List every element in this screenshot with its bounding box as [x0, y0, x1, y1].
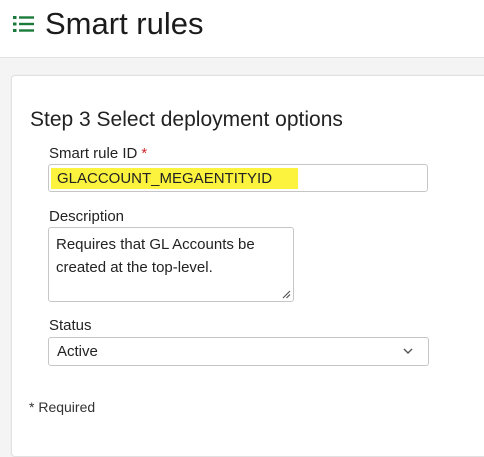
smart-rule-id-label-text: Smart rule ID — [49, 145, 138, 162]
smart-rule-id-value: GLACCOUNT_MEGAENTITYID — [51, 168, 299, 189]
description-value: Requires that GL Accounts be created at … — [56, 236, 255, 276]
description-label: Description — [49, 208, 125, 225]
status-select[interactable]: Active — [48, 337, 429, 366]
status-label: Status — [49, 317, 92, 334]
chevron-down-icon — [403, 348, 413, 354]
required-marker: * — [141, 145, 148, 162]
page-header: Smart rules — [0, 0, 484, 58]
status-selected-value: Active — [57, 343, 98, 360]
description-textarea[interactable]: Requires that GL Accounts be created at … — [48, 227, 294, 302]
step-title: Step 3 Select deployment options — [30, 108, 343, 131]
list-icon — [13, 16, 34, 32]
page-title: Smart rules — [45, 6, 204, 41]
resize-handle-icon[interactable] — [281, 289, 291, 299]
smart-rule-id-input[interactable]: GLACCOUNT_MEGAENTITYID — [48, 164, 428, 192]
smart-rule-id-label: Smart rule ID * — [49, 145, 147, 163]
required-note: * Required — [29, 399, 96, 415]
